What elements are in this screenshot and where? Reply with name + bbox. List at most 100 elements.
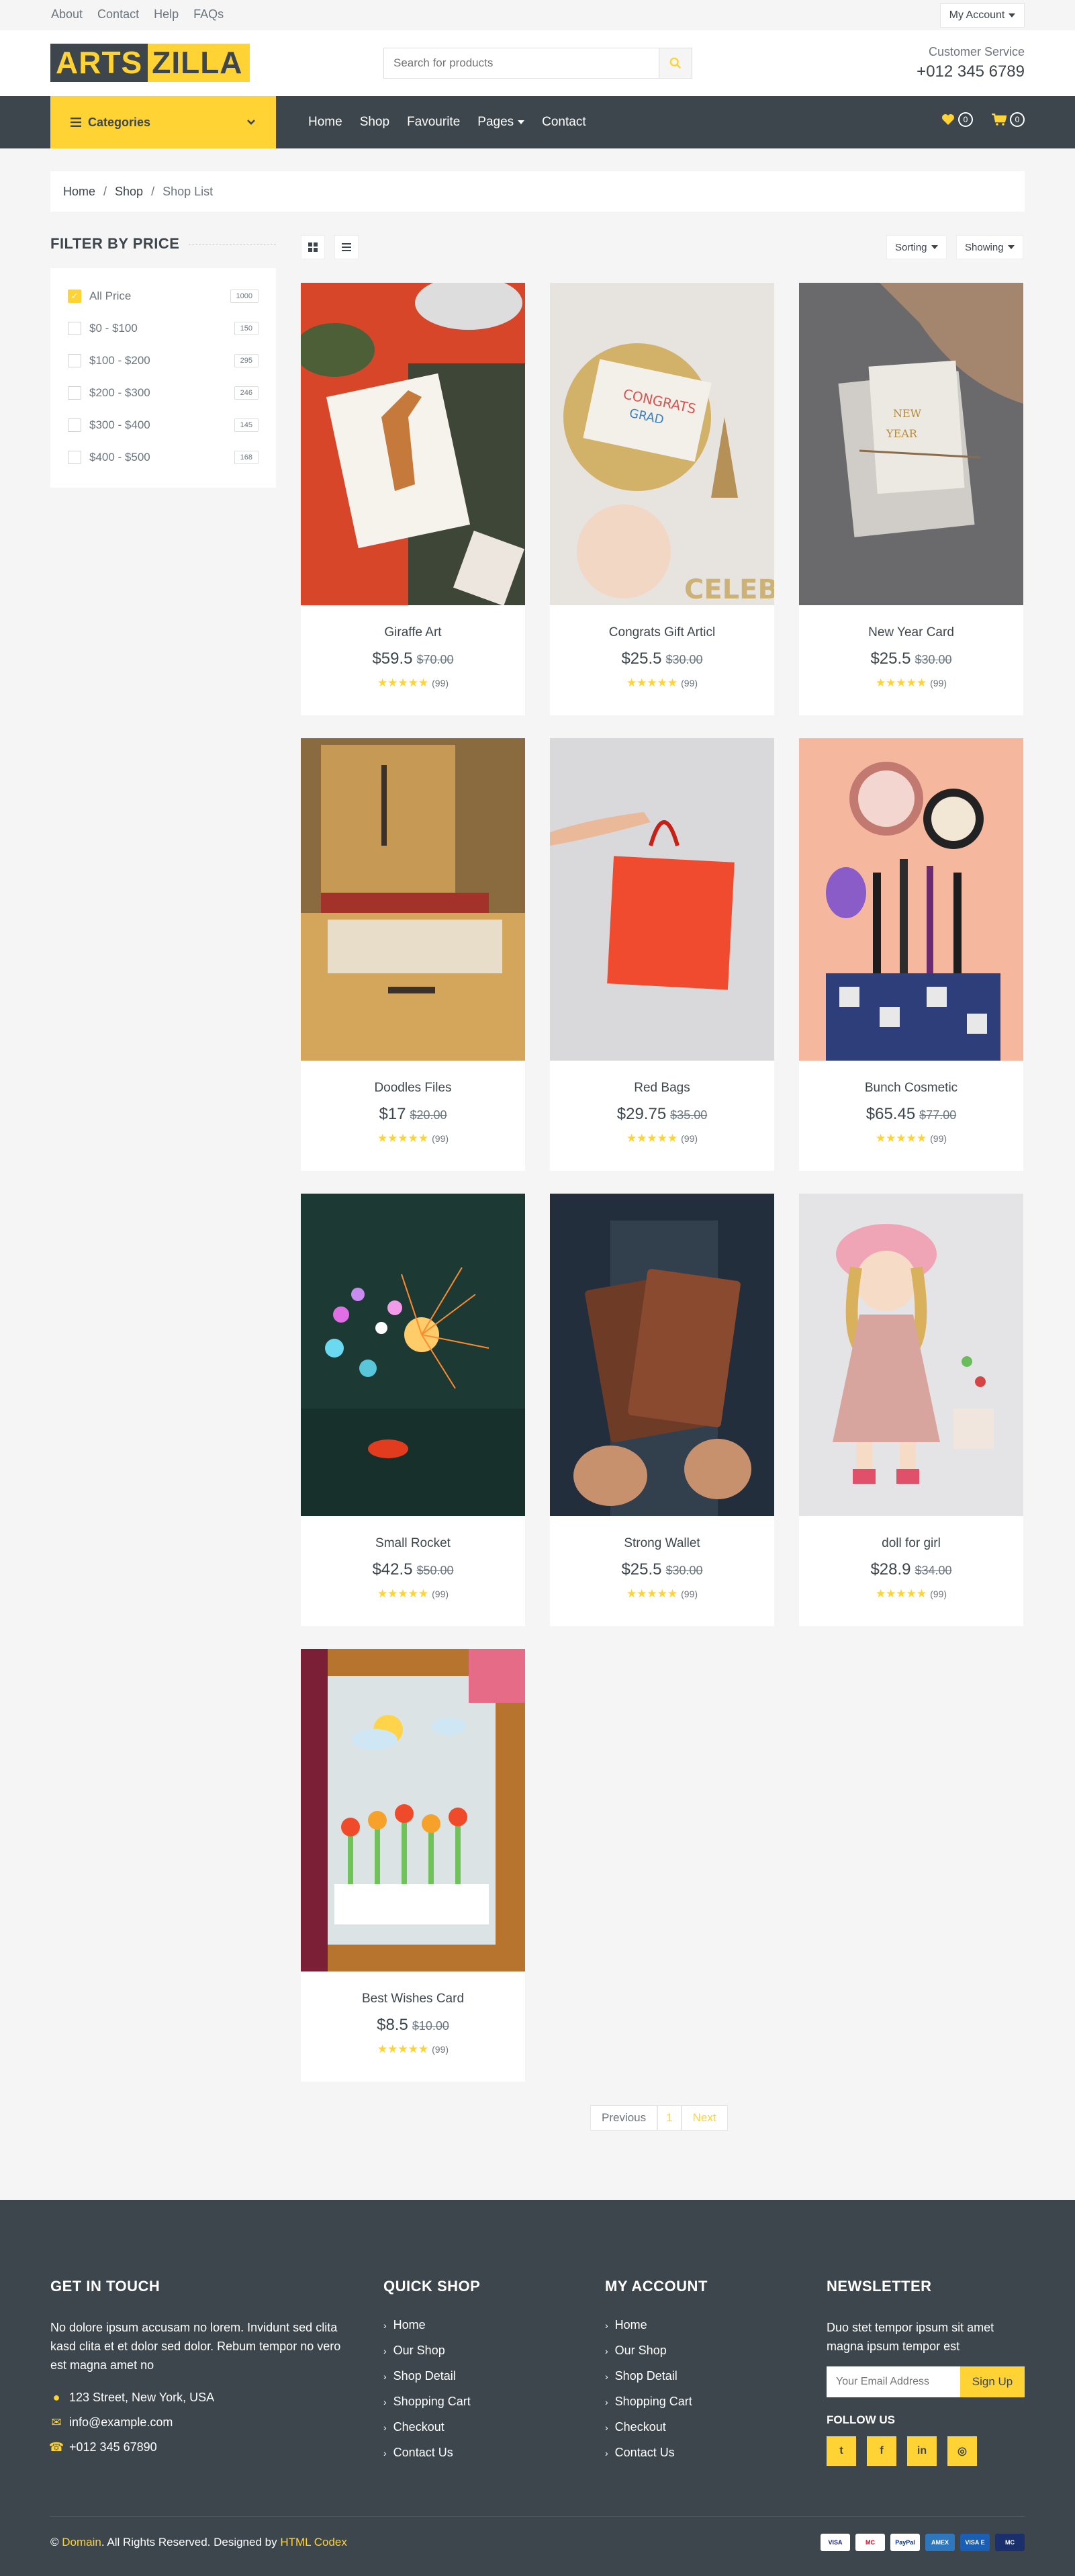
checkbox-checked[interactable]: ✓ bbox=[68, 290, 81, 303]
footer-link[interactable]: › Checkout bbox=[605, 2420, 708, 2434]
nav-shop[interactable]: Shop bbox=[360, 115, 389, 130]
grid-view-button[interactable] bbox=[301, 235, 325, 259]
product-card[interactable]: NEW YEAR New Year Card $25.5 $30.00 ★★★★★(… bbox=[799, 283, 1023, 715]
top-link-about[interactable]: About bbox=[51, 7, 83, 21]
product-image[interactable]: NEW YEAR bbox=[799, 283, 1023, 605]
filter-option-all[interactable]: ✓ All Price 1000 bbox=[68, 280, 259, 312]
instagram-icon[interactable]: ◎ bbox=[947, 2436, 977, 2466]
top-link-contact[interactable]: Contact bbox=[97, 7, 139, 21]
product-name[interactable]: Congrats Gift Articl bbox=[550, 625, 774, 640]
search-input[interactable] bbox=[383, 48, 659, 79]
showing-dropdown[interactable]: Showing bbox=[956, 235, 1023, 259]
product-name[interactable]: Red Bags bbox=[550, 1081, 774, 1096]
product-price: $28.9 $34.00 bbox=[799, 1560, 1023, 1579]
footer-link[interactable]: › Our Shop bbox=[383, 2344, 480, 2358]
footer-link[interactable]: › Our Shop bbox=[605, 2344, 708, 2358]
product-card[interactable]: Strong Wallet $25.5 $30.00 ★★★★★ (99) bbox=[550, 1194, 774, 1626]
product-name[interactable]: Giraffe Art bbox=[301, 625, 525, 640]
product-card[interactable]: Red Bags $29.75 $35.00 ★★★★★ (99) bbox=[550, 738, 774, 1171]
product-image[interactable] bbox=[799, 738, 1023, 1061]
filter-option-300-400[interactable]: $300 - $400 145 bbox=[68, 409, 259, 441]
nav-home[interactable]: Home bbox=[308, 115, 342, 130]
product-image[interactable] bbox=[301, 738, 525, 1061]
product-name[interactable]: doll for girl bbox=[799, 1536, 1023, 1551]
product-image[interactable] bbox=[301, 1194, 525, 1516]
checkbox[interactable] bbox=[68, 354, 81, 367]
filter-option-400-500[interactable]: $400 - $500 168 bbox=[68, 441, 259, 474]
product-image[interactable] bbox=[550, 738, 774, 1061]
checkbox[interactable] bbox=[68, 322, 81, 335]
product-image[interactable] bbox=[550, 1194, 774, 1516]
copyright-codex-link[interactable]: HTML Codex bbox=[280, 2536, 347, 2548]
footer-link[interactable]: › Shopping Cart bbox=[605, 2395, 708, 2409]
footer-link[interactable]: › Contact Us bbox=[605, 2446, 708, 2460]
checkbox[interactable] bbox=[68, 386, 81, 400]
footer-link[interactable]: › Shop Detail bbox=[383, 2369, 480, 2383]
filter-option-200-300[interactable]: $200 - $300 246 bbox=[68, 377, 259, 409]
filter-option-0-100[interactable]: $0 - $100 150 bbox=[68, 312, 259, 345]
nav-pages[interactable]: Pages bbox=[477, 115, 525, 130]
footer-link-label: Contact Us bbox=[393, 2446, 453, 2459]
product-name[interactable]: Strong Wallet bbox=[550, 1536, 774, 1551]
twitter-icon[interactable]: t bbox=[827, 2436, 856, 2466]
filter-option-label: $300 - $400 bbox=[89, 418, 150, 431]
wishlist-button[interactable]: 0 bbox=[941, 112, 973, 127]
product-card[interactable]: Small Rocket $42.5 $50.00 ★★★★★ (99) bbox=[301, 1194, 525, 1626]
newsletter-email-input[interactable] bbox=[827, 2366, 960, 2397]
cart-button[interactable]: 0 bbox=[992, 112, 1025, 127]
product-card[interactable]: Bunch Cosmetic $65.45 $77.00 ★★★★★ (99) bbox=[799, 738, 1023, 1171]
footer-link[interactable]: › Shopping Cart bbox=[383, 2395, 480, 2409]
footer-link[interactable]: › Checkout bbox=[383, 2420, 480, 2434]
product-card[interactable]: doll for girl $28.9 $34.00 ★★★★★ (99) bbox=[799, 1194, 1023, 1626]
product-image[interactable] bbox=[301, 283, 525, 605]
customer-service-label: Customer Service bbox=[928, 45, 1025, 58]
footer-link[interactable]: › Contact Us bbox=[383, 2446, 480, 2460]
product-image[interactable]: CONGRATS GRAD CELEB bbox=[550, 283, 774, 605]
pagination-previous[interactable]: Previous bbox=[590, 2105, 658, 2131]
categories-toggle[interactable]: Categories bbox=[50, 96, 276, 148]
product-image[interactable] bbox=[301, 1649, 525, 1971]
pagination-page[interactable]: 1 bbox=[657, 2105, 682, 2131]
product-name[interactable]: New Year Card bbox=[799, 625, 1023, 640]
facebook-icon[interactable]: f bbox=[867, 2436, 896, 2466]
sorting-dropdown[interactable]: Sorting bbox=[886, 235, 947, 259]
search-button[interactable] bbox=[659, 48, 692, 79]
footer-link[interactable]: › Home bbox=[605, 2318, 708, 2332]
linkedin-icon[interactable]: in bbox=[907, 2436, 937, 2466]
product-name[interactable]: Bunch Cosmetic bbox=[799, 1081, 1023, 1096]
copyright-text: . All Rights Reserved. Designed by bbox=[101, 2536, 277, 2548]
nav-contact[interactable]: Contact bbox=[542, 115, 586, 130]
price-current: $28.9 bbox=[870, 1560, 911, 1579]
footer-link[interactable]: › Shop Detail bbox=[605, 2369, 708, 2383]
filter-option-100-200[interactable]: $100 - $200 295 bbox=[68, 345, 259, 377]
checkbox[interactable] bbox=[68, 418, 81, 432]
top-link-faqs[interactable]: FAQs bbox=[193, 7, 224, 21]
newsletter-signup-button[interactable]: Sign Up bbox=[960, 2366, 1025, 2397]
review-count: (99) bbox=[681, 1589, 698, 1599]
breadcrumb-home[interactable]: Home bbox=[63, 185, 95, 199]
footer-link-label: Checkout bbox=[614, 2420, 666, 2434]
product-card[interactable]: Doodles Files $17 $20.00 ★★★★★ (99) bbox=[301, 738, 525, 1171]
product-card[interactable]: Best Wishes Card $8.5 $10.00 ★★★★★ (99) bbox=[301, 1649, 525, 2082]
footer-link[interactable]: › Home bbox=[383, 2318, 480, 2332]
copyright-domain-link[interactable]: Domain bbox=[62, 2536, 101, 2548]
product-card[interactable]: Giraffe Art $59.5 $70.00 ★★★★★ (99) bbox=[301, 283, 525, 715]
product-image[interactable] bbox=[799, 1194, 1023, 1516]
list-view-button[interactable] bbox=[334, 235, 359, 259]
product-card[interactable]: CONGRATS GRAD CELEB Congrats Gift Articl $… bbox=[550, 283, 774, 715]
breadcrumb-shop[interactable]: Shop bbox=[115, 185, 143, 199]
social-links: t f in ◎ bbox=[827, 2436, 1025, 2466]
logo[interactable]: ARTS ZILLA bbox=[50, 44, 250, 82]
top-link-help[interactable]: Help bbox=[154, 7, 179, 21]
caret-down-icon bbox=[518, 120, 525, 124]
nav-favourite[interactable]: Favourite bbox=[407, 115, 460, 130]
logo-part-1: ARTS bbox=[50, 44, 148, 82]
product-name[interactable]: Doodles Files bbox=[301, 1081, 525, 1096]
product-name[interactable]: Small Rocket bbox=[301, 1536, 525, 1551]
footer-link-label: Shopping Cart bbox=[614, 2395, 692, 2408]
pagination-next[interactable]: Next bbox=[681, 2105, 728, 2131]
my-account-dropdown[interactable]: My Account bbox=[940, 3, 1025, 28]
product-name[interactable]: Best Wishes Card bbox=[301, 1992, 525, 2006]
checkbox[interactable] bbox=[68, 451, 81, 464]
price-old: $50.00 bbox=[416, 1564, 454, 1577]
